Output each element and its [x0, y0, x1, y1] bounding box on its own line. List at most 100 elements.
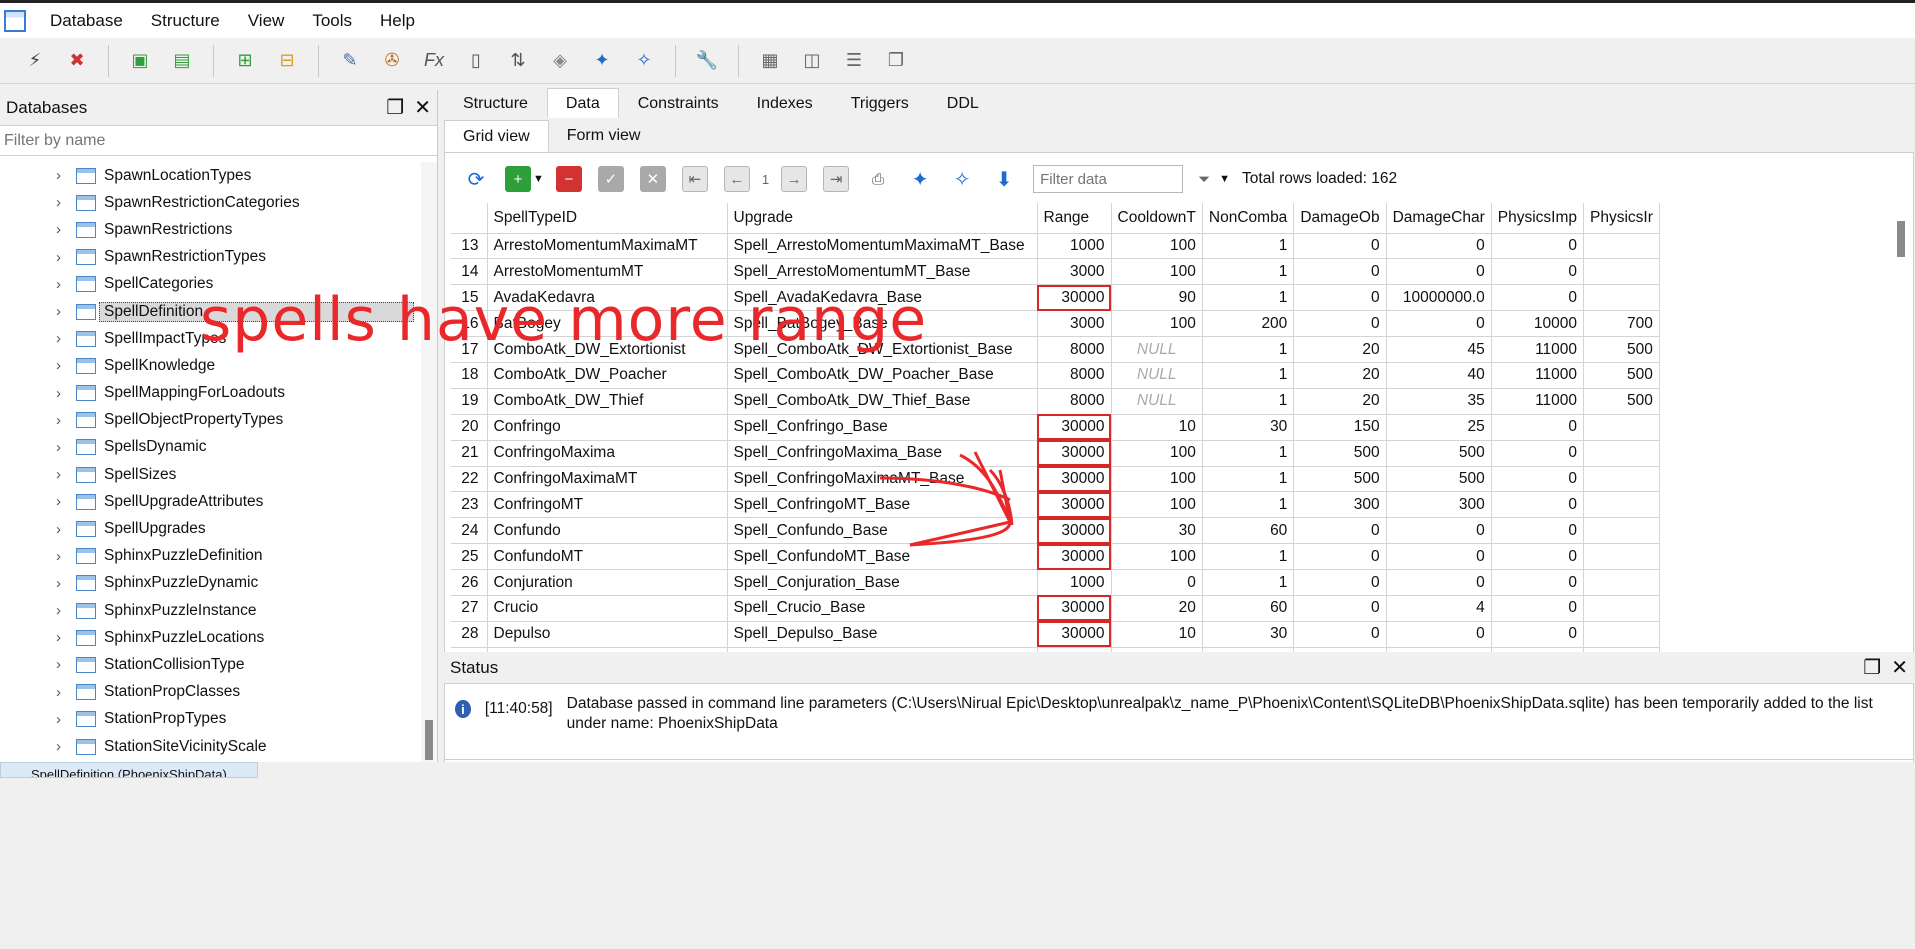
table-cell[interactable]: 500	[1583, 362, 1660, 389]
table-row[interactable]: 13 ArrestoMomentumMaximaMT Spell_ArrestoMo…	[451, 233, 1660, 260]
tree-item-table[interactable]: › StationCollisionType	[0, 651, 422, 678]
table-cell[interactable]: 100	[1111, 543, 1203, 571]
menu-tools[interactable]: Tools	[298, 4, 366, 38]
tree-item-table[interactable]: › SpellsDynamic	[0, 434, 422, 461]
table-cell[interactable]	[1583, 466, 1660, 493]
table-cell[interactable]	[1583, 440, 1660, 467]
table-row[interactable]: 24 Confundo Spell_Confundo_Base 30000 30 60 0 0…	[451, 517, 1660, 545]
table-cell[interactable]: 0	[1386, 258, 1492, 286]
table-cell[interactable]: Spell_ConfringoMaxima_Base	[727, 440, 1038, 467]
table-cell[interactable]: 0	[1386, 517, 1492, 545]
commit-icon[interactable]: ✓	[597, 166, 624, 192]
table-cell[interactable]: 1000	[1037, 569, 1112, 596]
table-cell[interactable]: 1	[1202, 258, 1295, 286]
tree-item-table[interactable]: › SpellUpgradeAttributes	[0, 488, 422, 515]
table-cell[interactable]: 1	[1202, 491, 1295, 519]
table-cell[interactable]: 10000000.0	[1386, 284, 1492, 312]
table-cell[interactable]: 1	[1202, 388, 1295, 415]
table-cell[interactable]: 100	[1111, 310, 1203, 338]
table-cell[interactable]: 0	[1491, 621, 1585, 648]
status-close-icon[interactable]: ✕	[1891, 655, 1908, 680]
table-cell[interactable]: Conjuration	[487, 569, 728, 596]
tree-item-table[interactable]: › SpawnLocationTypes	[0, 162, 422, 189]
tree-item-table[interactable]: › SpellSizes	[0, 461, 422, 488]
table-cell[interactable]: 1	[1202, 466, 1295, 493]
chevron-right-icon[interactable]: ›	[56, 167, 76, 184]
table-cell[interactable]: 1	[1202, 440, 1295, 467]
table-cell[interactable]	[1583, 621, 1660, 648]
table-cell[interactable]: 20	[1111, 595, 1203, 622]
table-cell[interactable]	[1583, 284, 1660, 312]
table-row[interactable]: 18 ComboAtk_DW_Poacher Spell_ComboAtk_DW_P…	[451, 362, 1660, 389]
edit-db-icon[interactable]: ▤	[167, 46, 197, 76]
table-cell[interactable]: 20	[1293, 388, 1387, 415]
chevron-right-icon[interactable]: ›	[56, 629, 76, 646]
export-icon[interactable]: ⬇	[991, 166, 1017, 192]
table-cell[interactable]: 11000	[1491, 362, 1585, 389]
tree-item-table[interactable]: › SpellImpactTypes	[0, 325, 422, 352]
table-cell[interactable]: 30000	[1037, 284, 1112, 312]
chevron-right-icon[interactable]: ›	[56, 684, 76, 701]
filter-icon[interactable]: ⏷	[1191, 166, 1217, 192]
table-cell[interactable]: 0	[1491, 258, 1585, 286]
table-cell[interactable]: Spell_ConfundoMT_Base	[727, 543, 1038, 571]
table-cell[interactable]: 0	[1491, 233, 1585, 260]
table-cell[interactable]: 100	[1111, 233, 1203, 260]
table-cell[interactable]: Spell_ConfringoMaximaMT_Base	[727, 466, 1038, 493]
chevron-right-icon[interactable]: ›	[56, 330, 76, 347]
table-cell[interactable]: 0	[1111, 569, 1203, 596]
table-cell[interactable]: 10	[1111, 621, 1203, 648]
add-db-icon[interactable]: ▣	[125, 46, 155, 76]
table-row[interactable]: 28 Depulso Spell_Depulso_Base 30000 10 30 0 0 0	[451, 621, 1660, 648]
table-cell[interactable]: 100	[1111, 491, 1203, 519]
tab-structure[interactable]: Structure	[444, 88, 547, 118]
table-cell[interactable]: 30000	[1037, 543, 1112, 571]
table-cell[interactable]: Spell_ArrestoMomentumMaximaMT_Base	[727, 233, 1038, 260]
table-cell[interactable]: 1	[1202, 336, 1295, 363]
refresh-icon[interactable]: ⟳	[463, 166, 489, 192]
prev-page-icon[interactable]: ←	[723, 166, 750, 192]
cascade-icon[interactable]: ❐	[881, 46, 911, 76]
table-cell[interactable]: Spell_AvadaKedavra_Base	[727, 284, 1038, 312]
column-header[interactable]: DamageOb	[1293, 203, 1387, 234]
table-cell[interactable]: ConfringoMaxima	[487, 440, 728, 467]
table-cell[interactable]: 1	[1202, 543, 1295, 571]
table-cell[interactable]: 700	[1583, 310, 1660, 338]
wrench-icon[interactable]: 🔧	[692, 46, 722, 76]
table-cell[interactable]: 0	[1293, 233, 1387, 260]
table-row[interactable]: 26 Conjuration Spell_Conjuration_Base 1000 0…	[451, 569, 1660, 596]
table-cell[interactable]: 0	[1491, 517, 1585, 545]
table-cell[interactable]: 30000	[1037, 517, 1112, 545]
chevron-down-icon[interactable]: ▼	[533, 173, 544, 185]
table-cell[interactable]: Spell_ConfringoMT_Base	[727, 491, 1038, 519]
table-cell[interactable]: Spell_ArrestoMomentumMT_Base	[727, 258, 1038, 286]
table-cell[interactable]: 0	[1293, 621, 1387, 648]
tab-constraints[interactable]: Constraints	[619, 88, 738, 118]
function-icon[interactable]: Fx	[419, 46, 449, 76]
table-cell[interactable]: BatBogey	[487, 310, 728, 338]
expand-icon[interactable]: ✧	[629, 46, 659, 76]
column-header[interactable]	[451, 203, 488, 234]
rollback-icon[interactable]: ✕	[639, 166, 666, 192]
table-cell[interactable]: 100	[1111, 258, 1203, 286]
table-row[interactable]: 27 Crucio Spell_Crucio_Base 30000 20 60 0 4 0	[451, 595, 1660, 622]
chevron-right-icon[interactable]: ›	[56, 357, 76, 374]
window-tab-spelldefinition[interactable]: SpellDefinition (PhoenixShipData)	[0, 762, 258, 778]
column-header[interactable]: NonComba	[1202, 203, 1295, 234]
menu-help[interactable]: Help	[366, 4, 429, 38]
split-horizontal-icon[interactable]: ☰	[839, 46, 869, 76]
tab-ddl[interactable]: DDL	[928, 88, 998, 118]
table-cell[interactable]: AvadaKedavra	[487, 284, 728, 312]
table-cell[interactable]: 0	[1491, 440, 1585, 467]
column-header[interactable]: DamageChar	[1386, 203, 1492, 234]
table-cell[interactable]: 1000	[1037, 233, 1112, 260]
tile-icon[interactable]: ▦	[755, 46, 785, 76]
chevron-right-icon[interactable]: ›	[56, 303, 76, 320]
table-cell[interactable]: 10000	[1491, 310, 1585, 338]
table-row[interactable]: 16 BatBogey Spell_BatBogey_Base 3000 100 200 0…	[451, 310, 1660, 338]
table-cell[interactable]: 30000	[1037, 621, 1112, 648]
tree-item-table[interactable]: › SpellObjectPropertyTypes	[0, 407, 422, 434]
table-cell[interactable]: ComboAtk_DW_Extortionist	[487, 336, 728, 363]
table-cell[interactable]	[1583, 491, 1660, 519]
table-cell[interactable]: ConfundoMT	[487, 543, 728, 571]
